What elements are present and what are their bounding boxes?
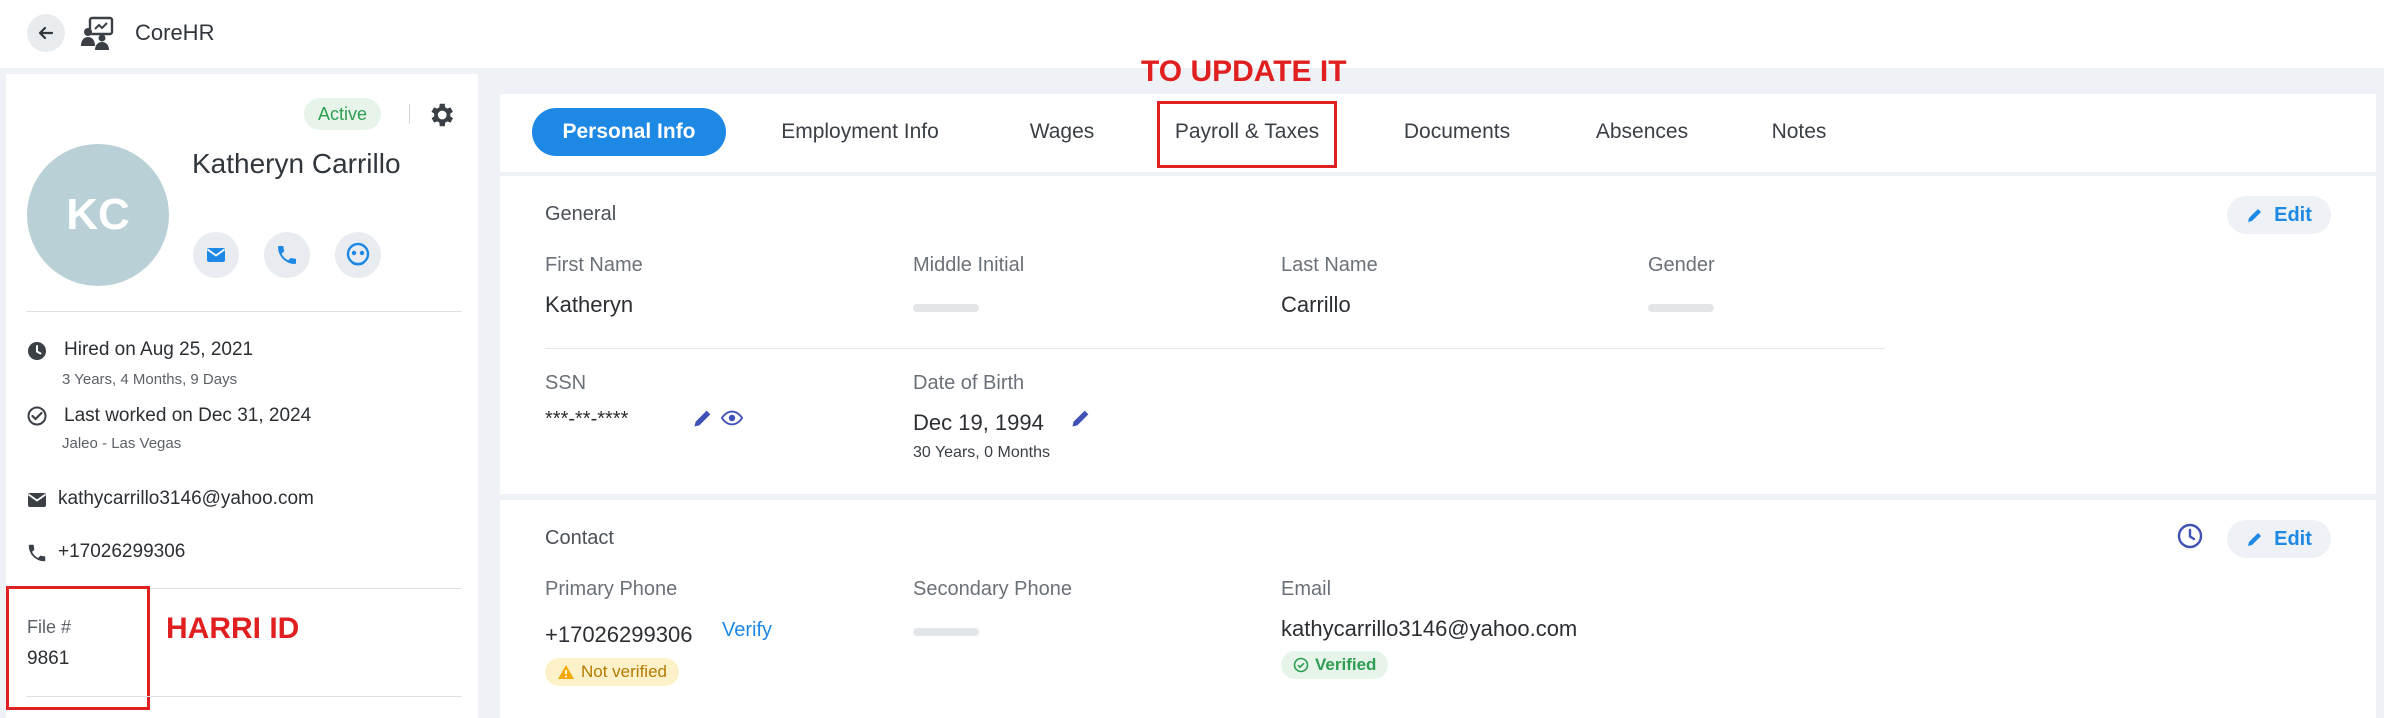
- dob-label: Date of Birth: [913, 372, 1025, 394]
- hired-date: Hired on Aug 25, 2021: [64, 339, 254, 360]
- status-badge: Active: [304, 98, 382, 130]
- phone-icon: [278, 246, 296, 264]
- corehr-logo-icon: [81, 16, 114, 50]
- verified-text: Verified: [1315, 655, 1377, 674]
- phone-not-verified-badge: Not verified: [545, 658, 679, 686]
- tab-wages[interactable]: Wages: [1010, 108, 1114, 156]
- to-update-annotation: TO UPDATE IT: [1141, 55, 1347, 88]
- contact-title: Contact: [545, 527, 614, 549]
- gear-icon[interactable]: [426, 100, 456, 130]
- general-section: [500, 176, 2376, 494]
- edit-label: Edit: [2274, 527, 2312, 550]
- chat-button[interactable]: [335, 232, 381, 278]
- tab-absences[interactable]: Absences: [1582, 108, 1702, 156]
- avatar: KC: [27, 144, 169, 286]
- edit-label: Edit: [2274, 203, 2312, 226]
- gender-empty: [1648, 304, 1714, 312]
- tab-personal-info[interactable]: Personal Info: [532, 108, 726, 156]
- first-name-label: First Name: [545, 254, 643, 276]
- last-worked-date: Last worked on Dec 31, 2024: [64, 405, 312, 426]
- warning-icon: [558, 665, 574, 679]
- check-clock-icon: [27, 406, 47, 426]
- tab-notes[interactable]: Notes: [1754, 108, 1844, 156]
- tenure: 3 Years, 4 Months, 9 Days: [62, 371, 238, 388]
- dob-value: Dec 19, 1994: [913, 410, 1044, 435]
- harri-id-annotation: HARRI ID: [166, 612, 300, 645]
- last-name-value: Carrillo: [1281, 292, 1351, 317]
- gender-label: Gender: [1648, 254, 1715, 276]
- envelope-icon: [206, 248, 226, 262]
- employee-profile-panel: Active KC Katheryn Carrillo Hired on Aug…: [6, 74, 478, 718]
- first-name-value: Katheryn: [545, 292, 634, 317]
- divider: [26, 696, 462, 697]
- age-value: 30 Years, 0 Months: [913, 444, 1050, 461]
- eye-icon[interactable]: [721, 407, 743, 429]
- check-circle-icon: [1293, 657, 1309, 673]
- email-button[interactable]: [193, 232, 239, 278]
- app-title: CoreHR: [135, 20, 215, 45]
- tab-employment-info[interactable]: Employment Info: [760, 108, 960, 156]
- secondary-phone-label: Secondary Phone: [913, 578, 1073, 600]
- clock-icon: [28, 342, 46, 360]
- ssn-value: ***-**-****: [545, 408, 629, 430]
- secondary-phone-empty: [913, 628, 979, 636]
- ssn-label: SSN: [545, 372, 587, 394]
- pencil-icon[interactable]: [1070, 407, 1092, 429]
- file-number-value: 9861: [27, 648, 70, 669]
- chat-bubble-icon: [346, 242, 370, 266]
- email-verified-badge: Verified: [1281, 651, 1389, 679]
- general-edit-button[interactable]: Edit: [2227, 196, 2331, 234]
- last-name-label: Last Name: [1281, 254, 1378, 276]
- middle-initial-empty: [913, 304, 979, 312]
- payroll-tab-highlight: [1157, 101, 1337, 168]
- arrow-left-icon: [38, 26, 54, 40]
- work-location: Jaleo - Las Vegas: [62, 435, 182, 452]
- envelope-icon: [27, 493, 47, 507]
- phone-icon: [28, 544, 46, 562]
- tab-documents[interactable]: Documents: [1390, 108, 1524, 156]
- contact-section: [500, 500, 2376, 718]
- file-number-label: File #: [27, 617, 72, 637]
- pencil-icon: [2248, 533, 2262, 546]
- contact-email-value: kathycarrillo3146@yahoo.com: [1281, 616, 1578, 641]
- general-title: General: [545, 203, 617, 225]
- pencil-icon: [2248, 209, 2262, 222]
- not-verified-text: Not verified: [581, 662, 667, 681]
- divider: [26, 311, 462, 312]
- contact-edit-button[interactable]: Edit: [2227, 520, 2331, 558]
- employee-name: Katheryn Carrillo: [192, 148, 401, 179]
- primary-phone-value: +17026299306: [545, 622, 693, 647]
- history-clock-icon[interactable]: [2176, 522, 2204, 550]
- employee-phone: +17026299306: [58, 541, 186, 562]
- email-label: Email: [1281, 578, 1332, 600]
- verify-phone-link[interactable]: Verify: [722, 619, 772, 642]
- back-button[interactable]: [27, 14, 65, 52]
- middle-initial-label: Middle Initial: [913, 254, 1025, 276]
- pencil-icon[interactable]: [692, 407, 714, 429]
- employee-email: kathycarrillo3146@yahoo.com: [58, 488, 314, 509]
- call-button[interactable]: [264, 232, 310, 278]
- primary-phone-label: Primary Phone: [545, 578, 678, 600]
- divider: [545, 348, 1885, 349]
- header-divider: [409, 104, 410, 124]
